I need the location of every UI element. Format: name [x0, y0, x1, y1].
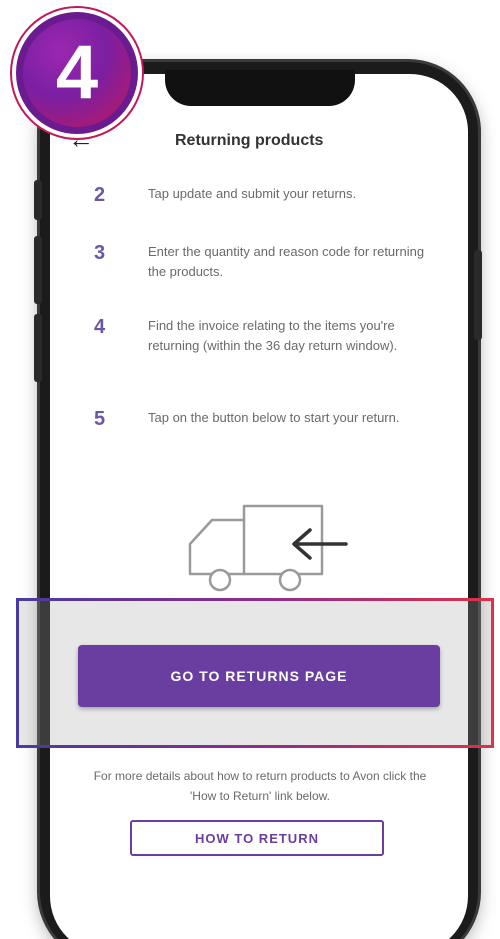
step-badge-circle: 4: [23, 19, 131, 127]
step-badge: 4: [12, 8, 142, 138]
step-text: Tap update and submit your returns.: [148, 186, 357, 201]
step-text: Tap on the button below to start your re…: [148, 410, 400, 425]
tutorial-stage: 4 ← Returning products 2 Tap update and …: [0, 0, 500, 939]
how-to-return-button[interactable]: HOW TO RETURN: [130, 820, 384, 856]
step-text: Find the invoice relating to the items y…: [148, 318, 398, 353]
step-text: Enter the quantity and reason code for r…: [148, 244, 425, 279]
step-number: 4: [94, 316, 106, 338]
phone-side-button: [34, 236, 42, 304]
step-number: 5: [94, 408, 106, 430]
delivery-truck-icon: [188, 504, 348, 592]
step-item: 2 Tap update and submit your returns.: [94, 184, 434, 207]
step-number: 3: [94, 242, 106, 264]
step-item: 5 Tap on the button below to start your …: [94, 408, 434, 431]
return-info-text: For more details about how to return pro…: [93, 769, 427, 803]
page-title: Returning products: [175, 132, 324, 149]
step-number: 2: [94, 184, 106, 206]
go-to-returns-page-button[interactable]: GO TO RETURNS PAGE: [78, 645, 440, 707]
phone-notch: [165, 70, 355, 106]
phone-side-button: [34, 180, 42, 220]
phone-side-button: [34, 314, 42, 382]
step-badge-number: 4: [55, 30, 99, 115]
step-item: 3 Enter the quantity and reason code for…: [94, 242, 434, 282]
phone-side-button: [474, 250, 482, 340]
step-item: 4 Find the invoice relating to the items…: [94, 316, 434, 356]
